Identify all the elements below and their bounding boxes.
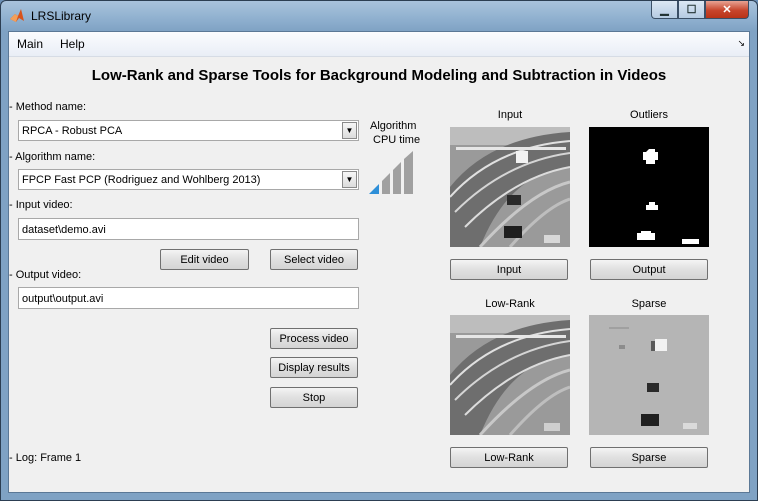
method-select[interactable]: RPCA - Robust PCA ▼ <box>18 120 359 141</box>
edit-video-button[interactable]: Edit video <box>160 249 249 270</box>
cpu-bar-1 <box>369 184 379 194</box>
cpu-bar-4 <box>404 151 413 194</box>
cpu-time-indicator <box>369 151 413 194</box>
title-bar[interactable]: LRSLibrary ▁ ☐ ✕ <box>1 1 757 31</box>
stop-button[interactable]: Stop <box>270 387 358 408</box>
figure-client-area: Main Help ↘ Low-Rank and Sparse Tools fo… <box>8 31 750 493</box>
chevron-down-icon[interactable]: ▼ <box>342 171 357 188</box>
maximize-icon: ☐ <box>686 4 697 16</box>
display-results-button[interactable]: Display results <box>270 357 358 378</box>
minimize-button[interactable]: ▁ <box>651 1 678 19</box>
output-button[interactable]: Output <box>590 259 708 280</box>
method-label: - Method name: <box>9 101 87 113</box>
algorithm-select-value: FPCP Fast PCP (Rodriguez and Wohlberg 20… <box>22 174 261 186</box>
menu-bar: Main Help ↘ <box>9 32 749 57</box>
chevron-down-icon[interactable]: ▼ <box>342 122 357 139</box>
matlab-icon <box>10 9 24 22</box>
low-rank-image <box>450 315 570 435</box>
minimize-icon: ▁ <box>660 4 669 16</box>
outliers-panel-title: Outliers <box>630 109 668 121</box>
page-title: Low-Rank and Sparse Tools for Background… <box>91 67 667 84</box>
input-frame-image <box>450 127 570 247</box>
algorithm-select[interactable]: FPCP Fast PCP (Rodriguez and Wohlberg 20… <box>18 169 359 190</box>
low-rank-panel-title: Low-Rank <box>485 298 535 310</box>
window-controls: ▁ ☐ ✕ <box>651 1 749 20</box>
input-video-value: dataset\demo.avi <box>22 224 106 236</box>
menu-main[interactable]: Main <box>17 37 43 51</box>
cpu-time-label-line2: CPU time <box>373 134 421 146</box>
output-video-value: output\output.avi <box>22 293 104 305</box>
close-icon: ✕ <box>722 4 732 16</box>
close-button[interactable]: ✕ <box>705 1 749 19</box>
maximize-button[interactable]: ☐ <box>678 1 705 19</box>
application-window: LRSLibrary ▁ ☐ ✕ Main Help ↘ Low-Rank an… <box>0 0 758 501</box>
cpu-bar-2 <box>382 173 390 194</box>
window-title: LRSLibrary <box>31 9 92 23</box>
cpu-time-label-line1: Algorithm <box>370 120 417 132</box>
input-button[interactable]: Input <box>450 259 568 280</box>
output-video-label: - Output video: <box>9 269 82 281</box>
sparse-panel-title: Sparse <box>631 298 667 310</box>
sparse-image <box>589 315 709 435</box>
sparse-button[interactable]: Sparse <box>590 447 708 468</box>
select-video-button[interactable]: Select video <box>270 249 358 270</box>
dock-arrow-icon[interactable]: ↘ <box>737 38 745 49</box>
low-rank-button[interactable]: Low-Rank <box>450 447 568 468</box>
cpu-bar-3 <box>393 162 401 194</box>
method-select-value: RPCA - Robust PCA <box>22 125 123 137</box>
menu-help[interactable]: Help <box>60 37 85 51</box>
process-video-button[interactable]: Process video <box>270 328 358 349</box>
output-video-field[interactable]: output\output.avi <box>18 287 359 309</box>
input-video-field[interactable]: dataset\demo.avi <box>18 218 359 240</box>
input-panel-title: Input <box>497 109 523 121</box>
input-video-label: - Input video: <box>9 199 73 211</box>
log-text: - Log: Frame 1 <box>9 452 82 464</box>
outliers-mask-image <box>589 127 709 247</box>
algorithm-label: - Algorithm name: <box>9 151 96 163</box>
